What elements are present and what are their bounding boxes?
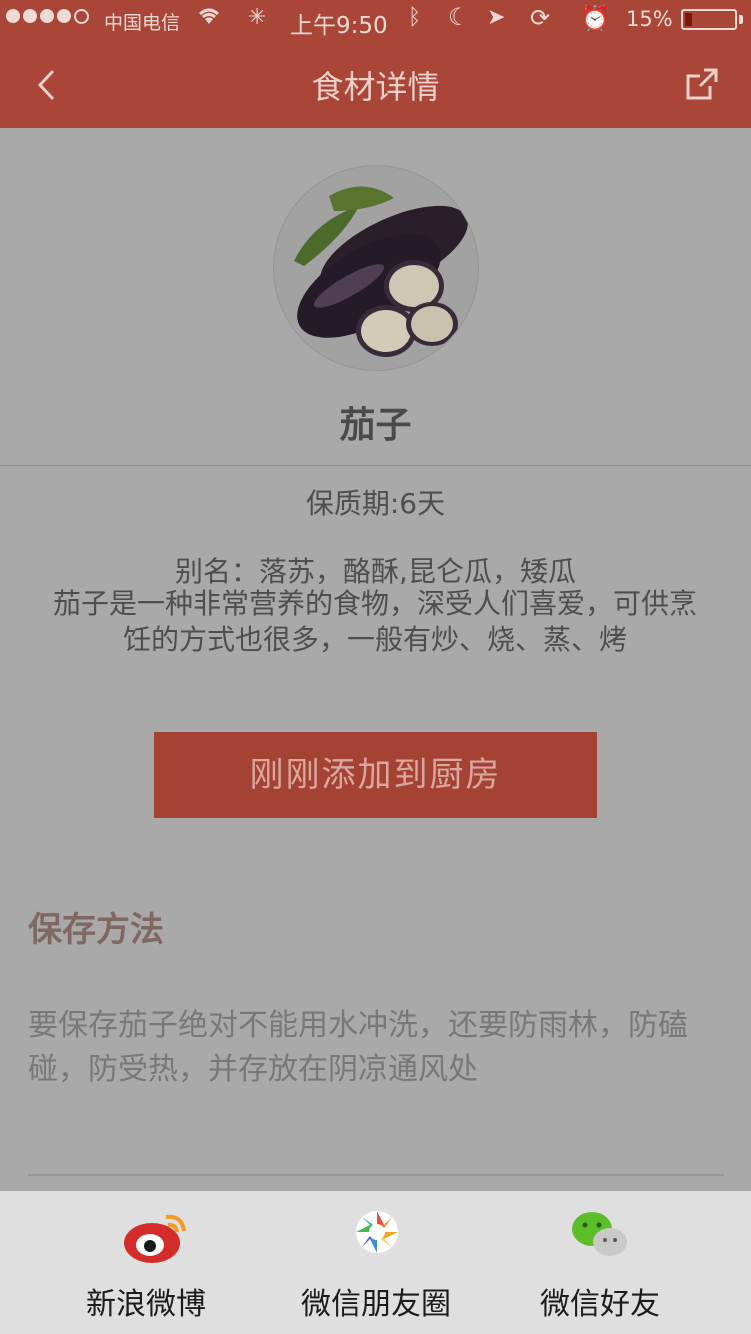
activity-indicator-icon: ✳	[248, 5, 267, 30]
share-option-label: 新浪微博	[86, 1287, 206, 1322]
page-title: 食材详情	[311, 68, 440, 106]
rotation-lock-icon: ⟳	[530, 4, 551, 32]
food-intro: 茄子是一种非常营养的食物，深受人们喜爱，可供烹饪的方式也很多，一般有炒、烧、蒸、…	[52, 587, 697, 656]
share-option-wechat-friend[interactable]: 微信好友	[490, 1191, 710, 1334]
food-alias: 别名：落苏，酪酥,昆仑瓜，矮瓜	[175, 555, 576, 588]
nav-bar: 中国电信 ✳ 上午9:50 ᛒ ☾ ➤ ⟳ ⏰ 15% 食材详情	[0, 0, 751, 128]
share-option-label: 微信朋友圈	[301, 1287, 451, 1322]
carrier-label: 中国电信	[104, 12, 181, 34]
storage-section-title: 保存方法	[28, 910, 164, 950]
signal-strength-icon	[6, 9, 89, 24]
share-option-wechat-moments[interactable]: 微信朋友圈	[266, 1191, 486, 1334]
alarm-icon: ⏰	[580, 4, 610, 32]
share-option-label: 微信好友	[540, 1287, 660, 1322]
battery-icon	[681, 9, 737, 30]
storage-section-body: 要保存茄子绝对不能用水冲洗，还要防雨林，防磕碰，防受热，并存放在阴凉通风处	[28, 1008, 688, 1087]
weibo-icon	[120, 1209, 192, 1269]
location-icon: ➤	[487, 5, 506, 30]
add-to-kitchen-button[interactable]: 刚刚添加到厨房	[154, 732, 597, 818]
food-detail-screen: 中国电信 ✳ 上午9:50 ᛒ ☾ ➤ ⟳ ⏰ 15% 食材详情 茄子 保质期:…	[0, 0, 751, 1334]
status-bar: 中国电信 ✳ 上午9:50 ᛒ ☾ ➤ ⟳ ⏰ 15%	[0, 0, 751, 40]
bluetooth-icon: ᛒ	[408, 5, 422, 30]
status-time: 上午9:50	[290, 13, 388, 39]
food-name: 茄子	[339, 405, 412, 446]
share-sheet: 新浪微博 微信朋友圈 微信好友	[0, 1191, 751, 1334]
wifi-icon	[196, 6, 222, 32]
share-option-weibo[interactable]: 新浪微博	[36, 1191, 256, 1334]
eggplant-icon	[274, 166, 478, 370]
divider	[28, 1174, 724, 1176]
wechat-moments-icon	[354, 1209, 400, 1259]
do-not-disturb-icon: ☾	[448, 3, 470, 31]
shelf-life: 保质期:6天	[305, 487, 446, 520]
battery-percent: 15%	[626, 7, 673, 31]
divider	[0, 465, 751, 466]
wechat-icon	[570, 1209, 630, 1263]
food-image	[273, 165, 479, 371]
share-out-icon	[686, 68, 718, 100]
share-button[interactable]	[682, 64, 726, 108]
battery-tip	[739, 15, 743, 24]
